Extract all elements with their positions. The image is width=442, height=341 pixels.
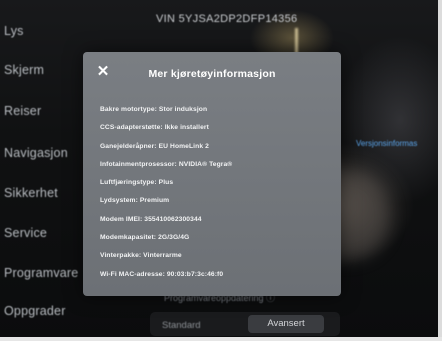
modal-title: Mer kjøretøyinformasjon	[148, 68, 276, 80]
sidebar-item-programvare[interactable]: Programvare	[4, 266, 78, 280]
settings-sidebar: Lys Skjerm Reiser Navigasjon Sikkerhet S…	[0, 0, 90, 341]
info-row-air-suspension: Luftfjæringstype: Plus	[100, 179, 174, 187]
info-row-garage-opener: Ganejelderåpner: EU HomeLink 2	[100, 142, 209, 150]
photo-border	[438, 0, 442, 341]
sidebar-item-reiser[interactable]: Reiser	[4, 104, 41, 118]
sidebar-item-sikkerhet[interactable]: Sikkerhet	[4, 186, 58, 200]
info-row-sound-system: Lydsystem: Premium	[100, 197, 170, 205]
sidebar-item-lys[interactable]: Lys	[4, 24, 24, 38]
info-row-infotainment-processor: Infotainmentprosessor: NVIDIA® Tegra®	[100, 160, 233, 168]
advanced-option[interactable]: Avansert	[248, 315, 324, 333]
standard-option[interactable]: Standard	[162, 320, 201, 331]
info-row-winter-package: Vinterpakke: Vinterrarme	[100, 252, 182, 260]
car-screen-background: Lys Skjerm Reiser Navigasjon Sikkerhet S…	[0, 0, 442, 341]
info-row-rear-motor: Bakre motortype: Stor induksjon	[100, 106, 208, 113]
vin-number: VIN 5YJSA2DP2DFP14356	[156, 13, 298, 25]
vehicle-info-modal: ✕ Mer kjøretøyinformasjon Bakre motortyp…	[83, 52, 341, 296]
sidebar-item-oppgrader[interactable]: Oppgrader	[4, 304, 66, 318]
info-row-modem-imei: Modem IMEI: 355410062300344	[100, 215, 202, 223]
info-row-wifi-mac: Wi-Fi MAC-adresse: 90:03:b7:3c:46:f0	[100, 270, 224, 278]
info-row-modem-capacity: Modemkapasitet: 2G/3G/4G	[100, 234, 190, 242]
photo-border-bottom	[0, 337, 442, 341]
version-info-link[interactable]: Versjonsinformas	[356, 139, 417, 148]
sidebar-item-navigasjon[interactable]: Navigasjon	[4, 146, 68, 160]
sidebar-item-service[interactable]: Service	[4, 226, 47, 240]
light-glare	[295, 28, 298, 54]
info-list: Bakre motortype: Stor induksjon CCS-adap…	[100, 106, 335, 289]
sidebar-item-skjerm[interactable]: Skjerm	[4, 63, 44, 77]
info-row-ccs-adapter: CCS-adapterstøtte: Ikke installert	[100, 124, 209, 132]
